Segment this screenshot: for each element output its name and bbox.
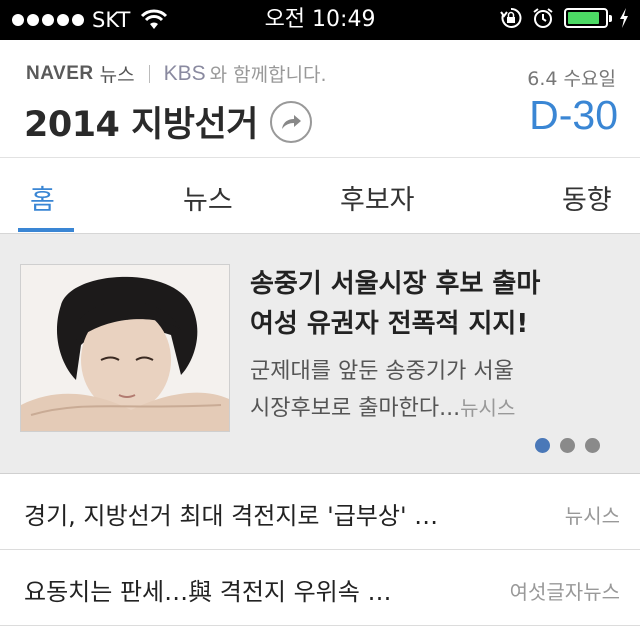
tab-trends[interactable]: 동향 (562, 178, 612, 217)
election-header: NAVER 뉴스 KBS 와 함께합니다. 2014 지방선거 6.4 수요일 … (0, 40, 640, 158)
naver-logo[interactable]: NAVER (26, 63, 94, 85)
featured-summary: 군제대를 앞둔 송중기가 서울 시장후보로 출마한다...뉴시스 (250, 354, 630, 427)
share-arrow-icon (281, 114, 301, 129)
tab-candidates[interactable]: 후보자 (340, 178, 415, 217)
active-tab-indicator (18, 228, 74, 232)
tab-bar: 홈 뉴스 후보자 동향 (0, 158, 640, 234)
dday-counter: D-30 (529, 92, 618, 138)
naver-news-link[interactable]: 뉴스 (100, 60, 135, 87)
news-title: 경기, 지방선거 최대 격전지로 '급부상' … (24, 502, 439, 530)
charging-bolt-icon (620, 8, 628, 28)
news-list-item[interactable]: 경기, 지방선거 최대 격전지로 '급부상' … 뉴시스 (0, 474, 640, 550)
share-button[interactable] (269, 100, 312, 143)
featured-article[interactable]: 송중기 서울시장 후보 출마 여성 유권자 전폭적 지지! 군제대를 앞둔 송중… (0, 234, 640, 474)
news-source: 뉴시스 (564, 504, 620, 528)
carousel-pager[interactable] (535, 438, 600, 453)
featured-thumbnail[interactable] (20, 264, 230, 432)
page-title: 2014 지방선거 (24, 105, 258, 145)
summary-line-1: 군제대를 앞둔 송중기가 서울 (250, 359, 514, 384)
election-date: 6.4 수요일 (527, 68, 616, 90)
alarm-icon (533, 8, 553, 28)
partner-text: 와 함께합니다. (209, 64, 327, 86)
battery-icon (564, 8, 612, 28)
news-list-item[interactable]: 요동치는 판세…與 격전지 우위속 … 여섯글자뉴스 (0, 550, 640, 626)
headline-line-1: 송중기 서울시장 후보 출마 (250, 269, 541, 299)
rotation-lock-icon (500, 7, 522, 28)
featured-headline[interactable]: 송중기 서울시장 후보 출마 여성 유권자 전폭적 지지! (250, 264, 630, 344)
tab-home[interactable]: 홈 (30, 178, 55, 217)
headline-line-2: 여성 유권자 전폭적 지지! (250, 309, 529, 339)
pager-dot[interactable] (560, 438, 575, 453)
news-title: 요동치는 판세…與 격전지 우위속 … (24, 578, 392, 606)
featured-source: 뉴시스 (460, 396, 516, 420)
kbs-logo: KBS (163, 61, 206, 85)
battery-level (568, 12, 599, 24)
brand-divider (148, 64, 150, 83)
pager-dot[interactable] (585, 438, 600, 453)
news-list-item-partial[interactable] (0, 626, 640, 640)
summary-line-2: 시장후보로 출마한다... (250, 396, 461, 421)
status-bar: SKT 오전 10:49 (0, 0, 640, 40)
brand-row: NAVER 뉴스 KBS 와 함께합니다. (26, 60, 327, 87)
tab-news[interactable]: 뉴스 (183, 178, 233, 217)
news-source: 여섯글자뉴스 (509, 580, 620, 604)
pager-dot[interactable] (535, 438, 550, 453)
